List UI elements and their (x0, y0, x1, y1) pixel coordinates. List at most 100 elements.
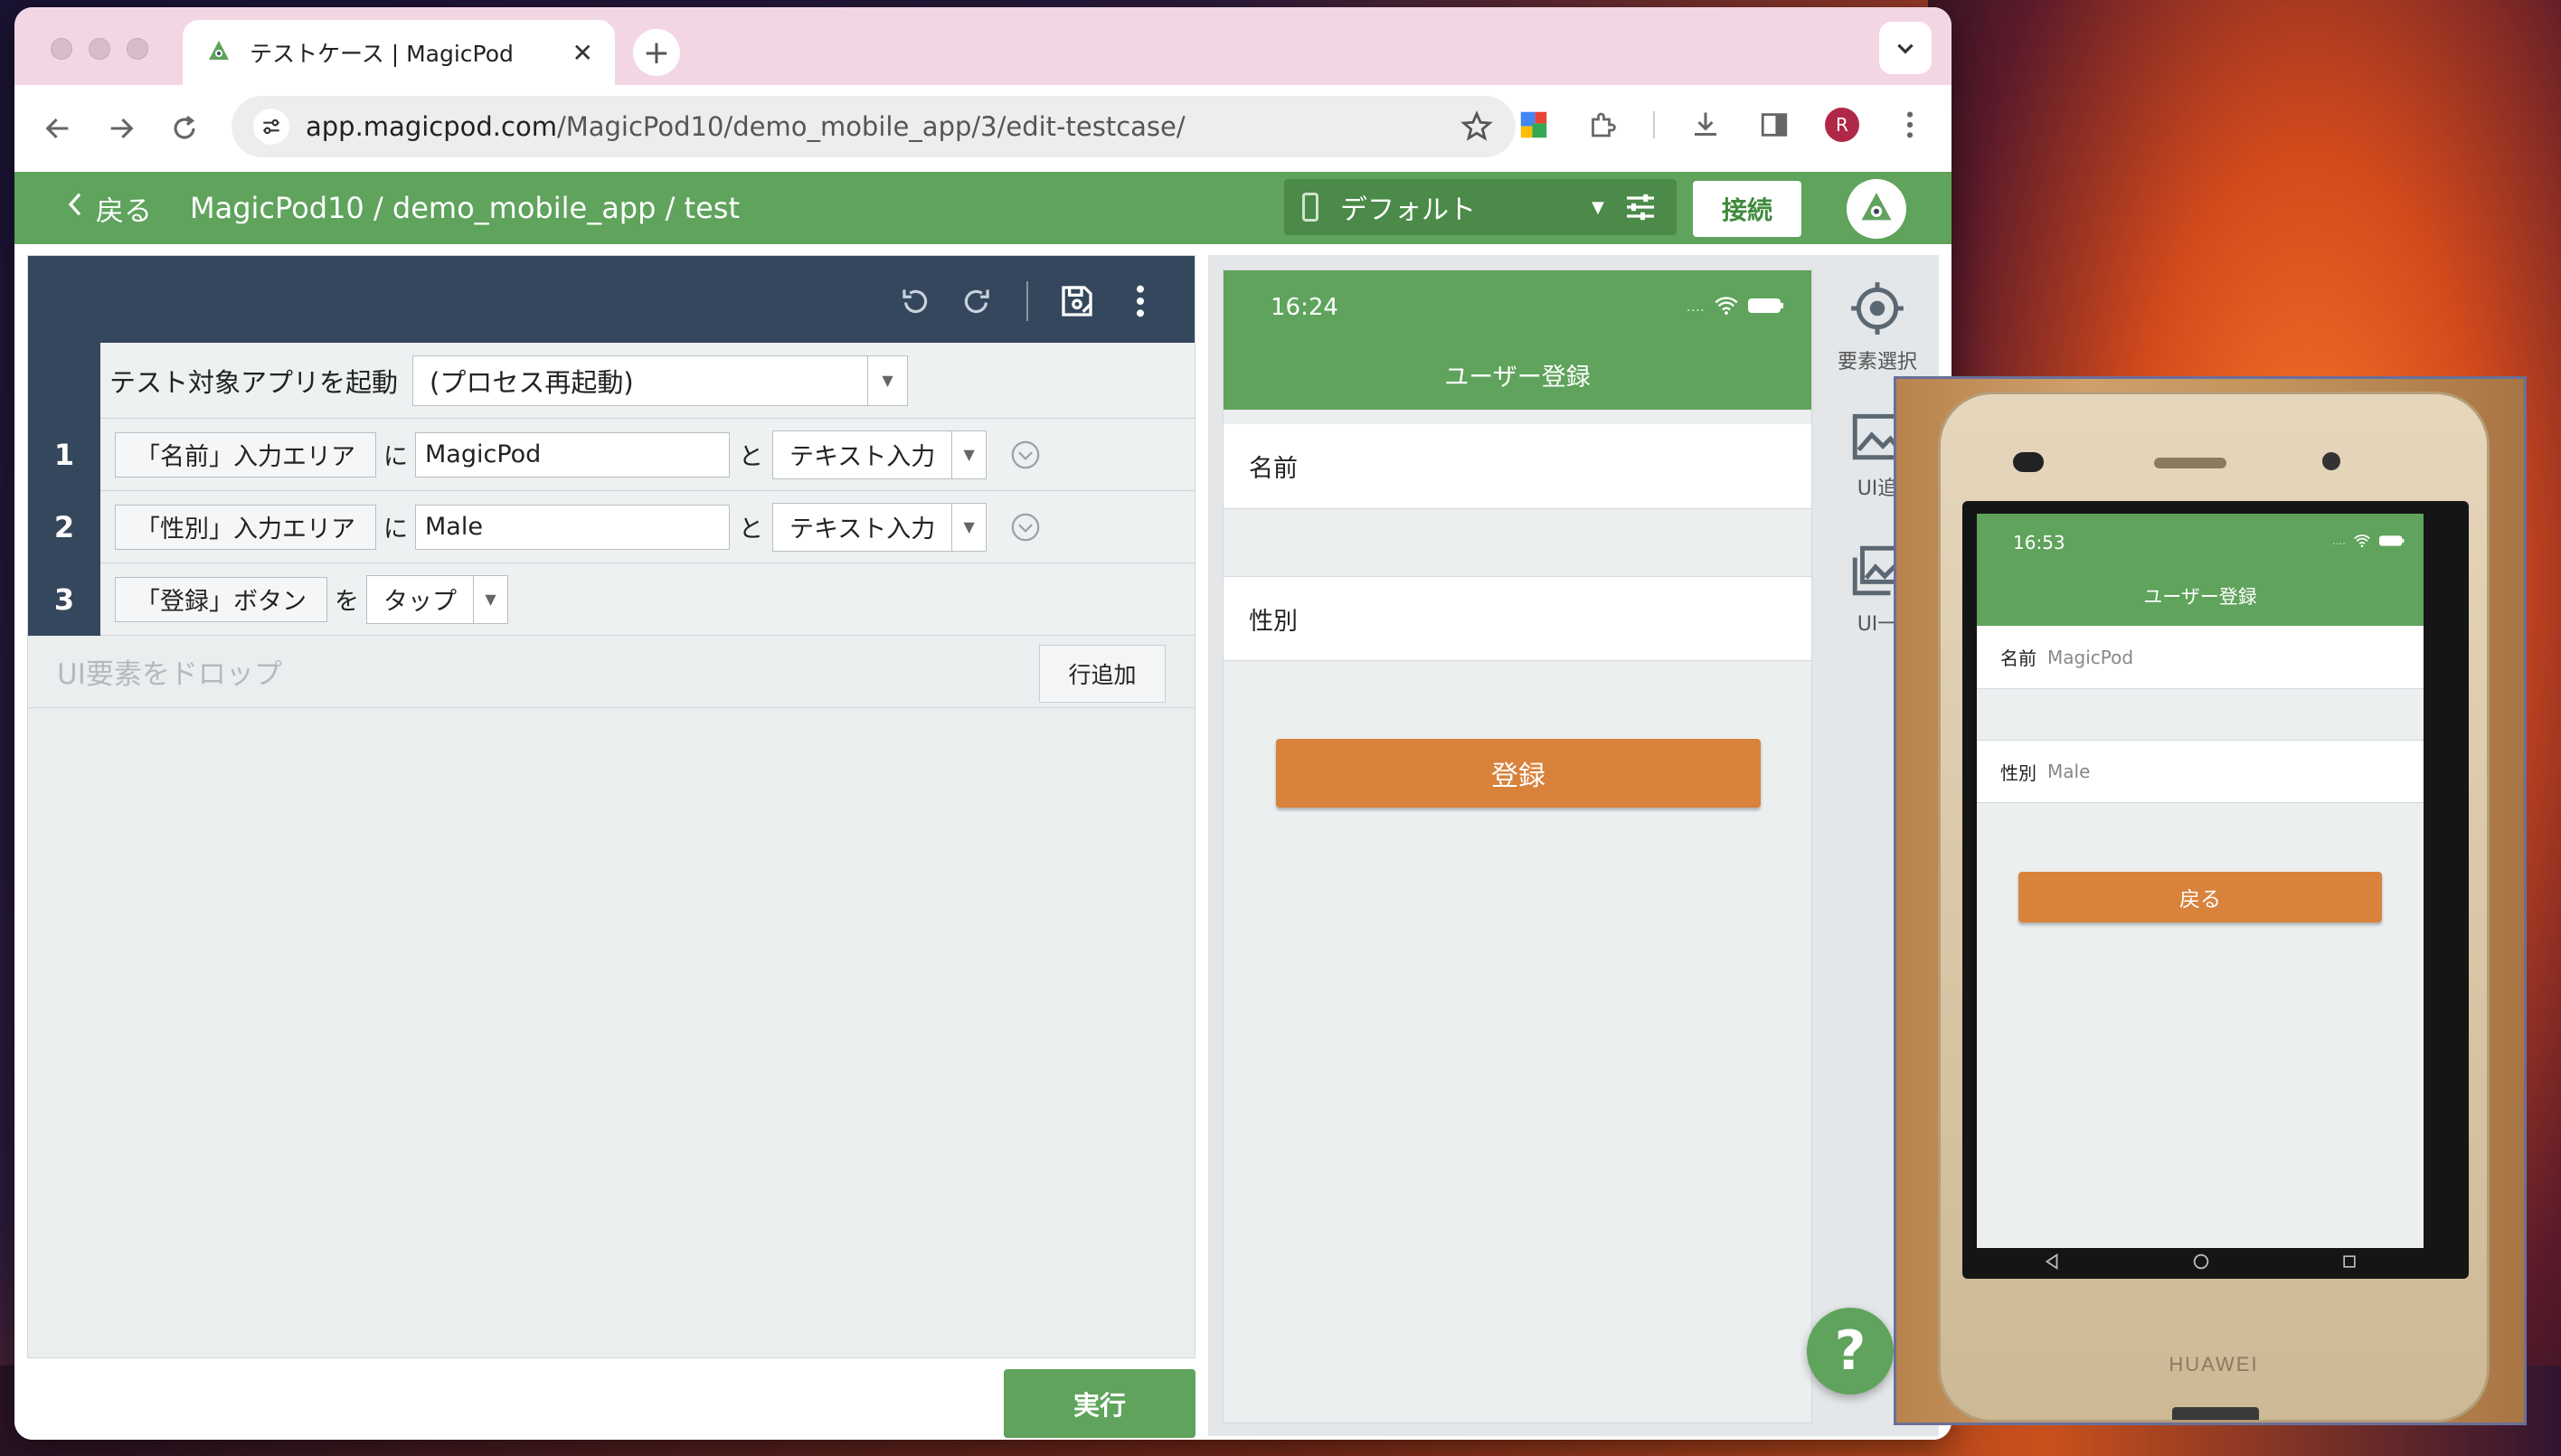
target-element-chip[interactable]: 「登録」ボタン (115, 576, 327, 622)
android-back-icon (2045, 1253, 2058, 1271)
step-number: 1 (28, 418, 100, 491)
expand-circle-icon[interactable] (1010, 440, 1041, 470)
action-value: テキスト入力 (789, 515, 936, 544)
tab-close-icon[interactable]: ✕ (572, 38, 593, 68)
action-select[interactable]: タップ ▼ (366, 574, 508, 624)
kebab-menu-icon[interactable] (1122, 283, 1158, 319)
maximize-window-button[interactable] (127, 38, 148, 60)
run-button[interactable]: 実行 (1004, 1369, 1195, 1438)
battery-icon (1748, 298, 1783, 313)
camera-name-label: 名前 (2000, 648, 2037, 669)
url-host: app.magicpod.com (306, 111, 557, 142)
connect-button[interactable]: 接続 (1693, 181, 1801, 237)
editor-toolbar-actions (896, 281, 1158, 321)
window-controls (51, 38, 148, 60)
url-path: /MagicPod10/demo_mobile_app/3/edit-testc… (556, 111, 1186, 142)
caret-down-icon: ▼ (1592, 197, 1604, 217)
chevron-left-icon (65, 191, 85, 225)
dropdown-arrow-icon: ▼ (867, 355, 907, 405)
usb-cable (2172, 1407, 2259, 1420)
particle-text: と (739, 515, 763, 544)
wifi-icon (2354, 534, 2370, 548)
android-home-icon (2193, 1253, 2209, 1270)
close-window-button[interactable] (51, 38, 72, 60)
arrow-left-icon (45, 118, 69, 139)
phone-speaker (2154, 458, 2226, 468)
minimize-window-button[interactable] (89, 38, 110, 60)
step-row-1[interactable]: 1 「名前」入力エリア に MagicPod と テキスト入力 ▼ (28, 418, 1195, 491)
address-bar[interactable]: app.magicpod.com/MagicPod10/demo_mobile_… (232, 96, 1516, 157)
url-text: app.magicpod.com/MagicPod10/demo_mobile_… (306, 111, 1460, 142)
google-translate-icon[interactable] (1516, 107, 1552, 143)
step-row-launch[interactable]: テスト対象アプリを起動 (プロセス再起動) ▼ (28, 342, 1195, 419)
browser-toolbar: app.magicpod.com/MagicPod10/demo_mobile_… (14, 85, 1951, 172)
tab-search-button[interactable] (1879, 22, 1932, 74)
camera-gender-label: 性別 (2000, 761, 2037, 784)
site-settings-icon[interactable] (253, 109, 289, 145)
target-element-chip[interactable]: 「性別」入力エリア (115, 504, 376, 550)
toolbar-divider (1026, 281, 1028, 321)
back-button[interactable] (38, 109, 78, 148)
gender-field[interactable]: 性別 (1224, 576, 1811, 661)
new-tab-button[interactable]: + (633, 29, 680, 76)
help-button[interactable]: ? (1807, 1308, 1894, 1395)
signal-dots-icon: .... (2331, 534, 2346, 547)
action-select[interactable]: テキスト入力 ▼ (772, 502, 988, 552)
extensions-icon[interactable] (1584, 107, 1621, 143)
editor-toolbar (28, 256, 1195, 343)
phone-bezel: 16:53 .... ユーザー登録 名前 MagicPod 性別 Male 戻る (1962, 501, 2469, 1279)
more-menu-icon[interactable] (1892, 107, 1928, 143)
dropdown-arrow-icon: ▼ (473, 575, 507, 623)
action-select[interactable]: テキスト入力 ▼ (772, 430, 988, 479)
particle-text: を (335, 588, 359, 616)
download-icon[interactable] (1687, 107, 1724, 143)
device-selector[interactable]: デフォルト ▼ (1284, 179, 1677, 235)
app-header: 戻る MagicPod10 / demo_mobile_app / test デ… (14, 172, 1951, 244)
device-screenshot[interactable]: 16:24 .... ユーザー登録 名前 性別 登録 (1223, 269, 1812, 1423)
phone-sensor (2013, 452, 2044, 472)
step-row-3[interactable]: 3 「登録」ボタン を タップ ▼ (28, 563, 1195, 636)
dropdown-arrow-icon: ▼ (951, 430, 986, 478)
value-input[interactable]: Male (415, 504, 730, 550)
phone-front-camera (2322, 452, 2340, 470)
step-row-2[interactable]: 2 「性別」入力エリア に Male と テキスト入力 ▼ (28, 490, 1195, 563)
browser-tab-active[interactable]: テストケース | MagicPod ✕ (183, 20, 615, 85)
launch-option-value: (プロセス再起動) (430, 366, 634, 398)
name-field[interactable]: 名前 (1224, 424, 1811, 509)
chevron-down-icon (1897, 43, 1914, 54)
device-preview-panel: 16:24 .... ユーザー登録 名前 性別 登録 要素選択 UI追 UI一 (1208, 255, 1939, 1436)
profile-avatar[interactable]: R (1825, 108, 1859, 142)
android-nav-bar (1977, 1248, 2424, 1275)
redo-icon[interactable] (959, 283, 996, 319)
target-element-chip[interactable]: 「名前」入力エリア (115, 431, 376, 477)
camera-app-navbar: 16:53 .... ユーザー登録 (1977, 514, 2424, 626)
camera-gender-value: Male (2047, 761, 2091, 782)
toolbar-separator (1653, 111, 1655, 138)
breadcrumb[interactable]: MagicPod10 / demo_mobile_app / test (190, 191, 740, 225)
camera-status-icons: .... (2332, 534, 2405, 548)
physical-phone: 16:53 .... ユーザー登録 名前 MagicPod 性別 Male 戻る… (1938, 392, 2490, 1423)
undo-icon[interactable] (896, 283, 932, 319)
reload-icon (174, 116, 195, 139)
reload-button[interactable] (165, 109, 204, 148)
settings-sliders-icon[interactable] (1622, 189, 1659, 225)
forward-button[interactable] (101, 109, 141, 148)
test-step-editor: テスト対象アプリを起動 (プロセス再起動) ▼ 1 「名前」入力エリア に Ma… (27, 255, 1195, 1358)
side-panel-icon[interactable] (1756, 107, 1792, 143)
action-value: タップ (383, 588, 457, 616)
expand-circle-icon[interactable] (1010, 512, 1041, 543)
launch-option-select[interactable]: (プロセス再起動) ▼ (412, 355, 909, 406)
drop-zone-row[interactable]: UI要素をドロップ 行追加 (28, 636, 1195, 708)
add-row-button[interactable]: 行追加 (1039, 645, 1166, 703)
step-number-blank (28, 342, 100, 419)
arrow-right-icon (110, 118, 134, 139)
save-icon[interactable] (1059, 283, 1095, 319)
value-input[interactable]: MagicPod (415, 431, 730, 477)
bookmark-star-icon[interactable] (1460, 109, 1494, 144)
wifi-icon (1715, 297, 1738, 316)
register-button[interactable]: 登録 (1276, 739, 1761, 808)
back-link[interactable]: 戻る (65, 188, 152, 229)
status-icons: .... (1687, 296, 1784, 316)
magicpod-logo-icon[interactable] (1847, 179, 1906, 239)
